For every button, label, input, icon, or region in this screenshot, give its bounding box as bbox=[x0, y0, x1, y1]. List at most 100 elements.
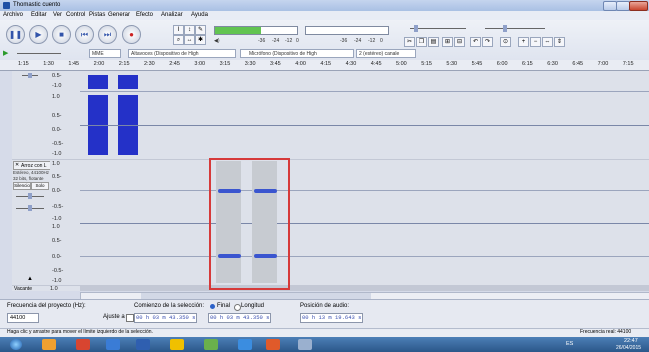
sync-lock-icon[interactable]: ⊙ bbox=[500, 37, 511, 47]
paste-icon[interactable]: ▤ bbox=[428, 37, 439, 47]
highlight-box bbox=[209, 158, 290, 290]
track1-waveform-area[interactable] bbox=[80, 71, 649, 159]
menu-control[interactable]: Control bbox=[66, 12, 85, 18]
track2-name-button[interactable]: ✕ Arroz con L bbox=[13, 161, 51, 170]
input-device-select[interactable]: Micrófono (Dispositivo de High bbox=[240, 49, 354, 58]
project-rate-select[interactable]: 44100 bbox=[7, 313, 39, 323]
snap-label: Ajuste a bbox=[103, 314, 125, 320]
length-radio-label: Longitud bbox=[241, 303, 265, 309]
skip-start-button[interactable]: ⏮ bbox=[75, 25, 94, 44]
zoom-tool-icon[interactable]: ⌕ bbox=[173, 35, 184, 45]
ruler-tick-label: 2:30 bbox=[144, 61, 155, 67]
stop-button[interactable]: ■ bbox=[52, 25, 71, 44]
ruler-tick-label: 1:45 bbox=[68, 61, 80, 67]
app-taskbar-icon[interactable] bbox=[136, 339, 150, 350]
audio-position-label: Posición de audio: bbox=[300, 303, 350, 309]
end-radio[interactable] bbox=[210, 304, 215, 309]
ruler-tick-label: 6:45 bbox=[572, 61, 584, 67]
copy-icon[interactable]: ❐ bbox=[416, 37, 427, 47]
track-close-icon: ✕ bbox=[15, 162, 20, 168]
windows-taskbar bbox=[0, 337, 649, 352]
clock-time[interactable]: 22:47 bbox=[624, 338, 638, 344]
mute-button[interactable]: Silencio bbox=[13, 182, 31, 190]
ruler-tick-label: 5:00 bbox=[396, 61, 407, 67]
app-taskbar-icon[interactable] bbox=[298, 339, 312, 350]
record-volume-slider[interactable] bbox=[485, 25, 553, 32]
app-taskbar-icon[interactable] bbox=[106, 339, 120, 350]
ruler-tick-label: 6:00 bbox=[496, 61, 508, 67]
ruler-tick-label: 6:15 bbox=[522, 61, 533, 67]
play-at-speed-slider[interactable]: ▶ bbox=[3, 49, 63, 57]
track2-controls[interactable]: ✕ Arroz con L Estéreo, 44100Hz 32 bits, … bbox=[12, 160, 51, 285]
meter-tick: -36 bbox=[340, 38, 348, 44]
record-meter[interactable] bbox=[305, 26, 389, 35]
output-device-select[interactable]: Altavoces (Dispositivo de High bbox=[128, 49, 236, 58]
record-button[interactable]: ● bbox=[122, 25, 141, 44]
end-radio-label: Final bbox=[217, 303, 231, 309]
playback-volume-slider[interactable] bbox=[402, 25, 470, 32]
menu-efecto[interactable]: Efecto bbox=[136, 12, 153, 18]
minimize-button[interactable] bbox=[603, 1, 617, 11]
meter-tick: 0 bbox=[380, 38, 383, 44]
menu-archivo[interactable]: Archivo bbox=[3, 12, 23, 18]
ruler-tick-label: 5:45 bbox=[471, 61, 483, 67]
collapse-icon[interactable]: ▲ bbox=[27, 276, 33, 282]
length-radio[interactable] bbox=[234, 304, 241, 311]
selection-start-time[interactable]: 00 h 03 m 43.350 s bbox=[134, 313, 198, 323]
play-button[interactable]: ▶ bbox=[29, 25, 48, 44]
track3-controls[interactable]: Vacante bbox=[12, 286, 51, 292]
menu-pistas[interactable]: Pistas bbox=[89, 12, 105, 18]
app-taskbar-icon[interactable] bbox=[266, 339, 280, 350]
ruler-tick-label: 3:30 bbox=[244, 61, 256, 67]
ruler-tick-label: 1:30 bbox=[43, 61, 54, 67]
track2-waveform-area[interactable] bbox=[80, 160, 649, 285]
ruler-tick-label: 5:30 bbox=[446, 61, 458, 67]
menu-generar[interactable]: Generar bbox=[108, 12, 130, 18]
app-taskbar-icon[interactable] bbox=[204, 339, 218, 350]
clock-date[interactable]: 26/04/2015 bbox=[616, 345, 641, 351]
menu-editar[interactable]: Editar bbox=[31, 12, 47, 18]
track2-format: Estéreo, 44100Hz bbox=[13, 170, 50, 175]
menu-ayuda[interactable]: Ayuda bbox=[191, 12, 208, 18]
meter-tick: -24 bbox=[272, 38, 280, 44]
start-button-icon[interactable] bbox=[10, 339, 22, 350]
audio-position-time[interactable]: 00 h 13 m 19.643 s bbox=[300, 313, 364, 323]
cut-icon[interactable]: ✂ bbox=[404, 37, 415, 47]
channels-select[interactable]: 2 (estéreo) canale bbox=[356, 49, 416, 58]
app-taskbar-icon[interactable] bbox=[76, 339, 90, 350]
track1-scale: 0.5- -1.0 1.0 0.5- 0.0- -0.5- -1.0 bbox=[50, 71, 80, 159]
maximize-button[interactable] bbox=[616, 1, 630, 11]
redo-icon[interactable]: ↷ bbox=[482, 37, 493, 47]
ruler-tick-label: 3:00 bbox=[194, 61, 206, 67]
ruler-tick-label: 7:00 bbox=[597, 61, 609, 67]
solo-button[interactable]: Solo bbox=[31, 182, 49, 190]
app-taskbar-icon[interactable] bbox=[42, 339, 56, 350]
trim-icon[interactable]: ⊞ bbox=[442, 37, 453, 47]
app-taskbar-icon[interactable] bbox=[238, 339, 252, 350]
track1-controls[interactable] bbox=[12, 71, 51, 159]
selection-tool-icon[interactable]: I bbox=[173, 25, 184, 35]
fit-selection-icon[interactable]: ⇔ bbox=[542, 37, 553, 47]
host-select[interactable]: MME bbox=[89, 49, 121, 58]
pause-button[interactable]: ❚❚ bbox=[6, 25, 25, 44]
fit-project-icon[interactable]: ⇕ bbox=[554, 37, 565, 47]
menu-analizar[interactable]: Analizar bbox=[161, 12, 183, 18]
multi-tool-icon[interactable]: ✱ bbox=[195, 35, 206, 45]
skip-end-button[interactable]: ⏭ bbox=[98, 25, 117, 44]
close-button[interactable] bbox=[629, 1, 648, 11]
app-taskbar-icon[interactable] bbox=[170, 339, 184, 350]
menu-ver[interactable]: Ver bbox=[53, 12, 62, 18]
zoom-in-icon[interactable]: + bbox=[518, 37, 529, 47]
undo-icon[interactable]: ↶ bbox=[470, 37, 481, 47]
zoom-out-icon[interactable]: − bbox=[530, 37, 541, 47]
selection-end-time[interactable]: 00 h 03 m 43.350 s bbox=[208, 313, 272, 323]
draw-tool-icon[interactable]: ✎ bbox=[195, 25, 206, 35]
silence-icon[interactable]: ⊟ bbox=[454, 37, 465, 47]
language-indicator[interactable]: ES bbox=[566, 341, 573, 347]
ruler-tick-label: 4:30 bbox=[345, 61, 357, 67]
envelope-tool-icon[interactable]: ↕ bbox=[184, 25, 195, 35]
snap-checkbox[interactable] bbox=[126, 314, 134, 322]
timeshift-tool-icon[interactable]: ↔ bbox=[184, 35, 195, 45]
project-rate-label: Frecuencia del proyecto (Hz): bbox=[7, 303, 86, 309]
playback-meter[interactable] bbox=[214, 26, 298, 35]
